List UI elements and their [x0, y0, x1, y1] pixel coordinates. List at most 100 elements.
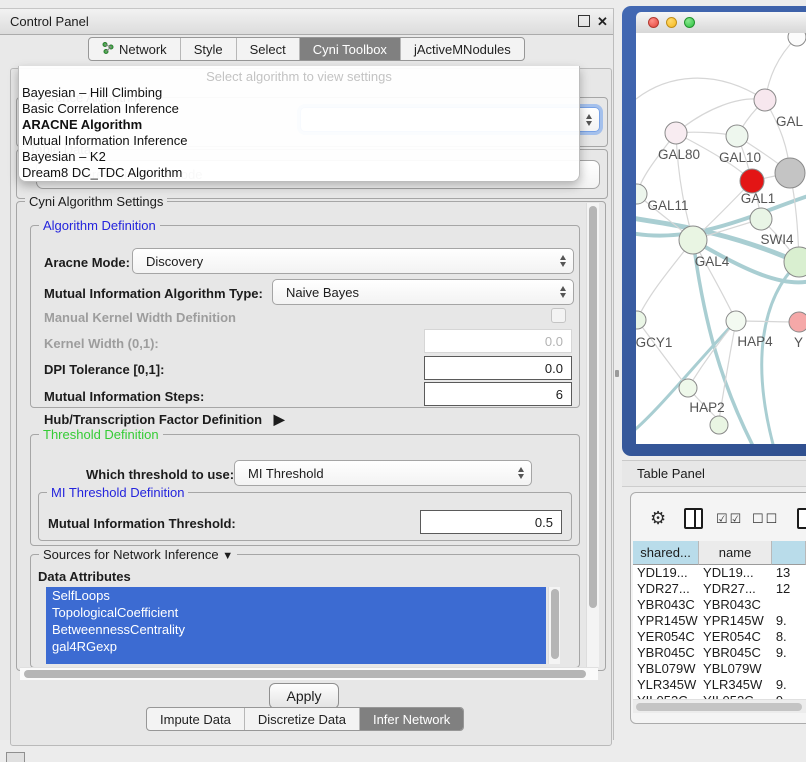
- column-header-name[interactable]: name: [699, 541, 772, 565]
- table-row[interactable]: YER054CYER054C8.: [633, 629, 806, 645]
- aracne-mode-combobox[interactable]: Discovery: [132, 248, 574, 274]
- mi-type-combobox[interactable]: Naive Bayes: [272, 279, 574, 305]
- mi-steps-field[interactable]: 6: [424, 382, 572, 406]
- kernel-width-field: 0.0: [424, 329, 572, 353]
- list-item-selected[interactable]: gal4RGexp: [46, 638, 546, 655]
- select-all-columns-icon[interactable]: ☑☑: [716, 511, 743, 527]
- cell: 9.: [772, 677, 806, 693]
- mi-threshold-label: Mutual Information Threshold:: [48, 516, 236, 531]
- network-canvas[interactable]: GAL GAL80 GAL10 GAL1 GAL11 SWI4 GAL4 HAP…: [636, 33, 806, 444]
- table-panel-title: Table Panel: [637, 466, 705, 481]
- table-row[interactable]: YBL079WYBL079W: [633, 661, 806, 677]
- settings-scrollbar: [586, 203, 599, 667]
- node-GAL80[interactable]: [665, 122, 687, 144]
- table-row[interactable]: YDR27...YDR27...12: [633, 581, 806, 597]
- cell: [772, 661, 806, 677]
- dropdown-item[interactable]: Bayesian – Hill Climbing: [19, 85, 579, 101]
- node-SWI4[interactable]: [750, 208, 772, 230]
- table-row[interactable]: YDL19...YDL19...13: [633, 565, 806, 581]
- node-HAP4[interactable]: [726, 311, 746, 331]
- aracne-mode-value: Discovery: [146, 254, 203, 269]
- node-label: GAL1: [741, 191, 776, 206]
- dropdown-item[interactable]: Dream8 DC_TDC Algorithm: [19, 165, 579, 181]
- node[interactable]: [788, 33, 806, 46]
- network-window-titlebar[interactable]: [636, 12, 806, 34]
- cell: YBL079W: [699, 661, 772, 677]
- zoom-window-icon[interactable]: [684, 17, 695, 28]
- cell: YDR27...: [633, 581, 699, 597]
- apply-button[interactable]: Apply: [269, 683, 339, 709]
- settings-hscrollbar-thumb[interactable]: [24, 670, 586, 678]
- node-GAL4[interactable]: [679, 226, 707, 254]
- tab-discretize-data[interactable]: Discretize Data: [244, 708, 359, 730]
- tab-jactivemnodules[interactable]: jActiveMNodules: [400, 38, 524, 60]
- minimize-window-icon[interactable]: [666, 17, 677, 28]
- sources-group-title[interactable]: Sources for Network Inference ▼: [39, 547, 237, 562]
- algorithm-dropdown-popup: Select algorithm to view settings Bayesi…: [18, 66, 580, 182]
- node-label: SWI4: [760, 232, 793, 247]
- column-header-clipped[interactable]: [772, 541, 806, 565]
- gear-icon[interactable]: ⚙: [650, 508, 666, 529]
- close-panel-icon[interactable]: ✕: [596, 15, 609, 28]
- node-label: HAP4: [737, 334, 773, 349]
- node-label: Y: [794, 335, 803, 350]
- node-gray[interactable]: [775, 158, 805, 188]
- cell: YBR043C: [699, 597, 772, 613]
- tab-infer-network[interactable]: Infer Network: [359, 708, 463, 730]
- data-attributes-label: Data Attributes: [38, 569, 131, 584]
- network-icon: [102, 42, 114, 57]
- hub-definition-toggle[interactable]: Hub/Transcription Factor Definition ▶: [44, 411, 285, 428]
- node-table: shared... name YDL19...YDL19...13 YDR27.…: [633, 541, 806, 703]
- split-columns-icon[interactable]: [684, 508, 703, 529]
- cell: YPR145W: [699, 613, 772, 629]
- node-HAP2[interactable]: [679, 379, 697, 397]
- list-scrollbar-thumb[interactable]: [551, 589, 559, 659]
- manual-kernel-label: Manual Kernel Width Definition: [44, 310, 236, 325]
- node-green-right[interactable]: [784, 247, 806, 277]
- table-row[interactable]: YLR345WYLR345W9.: [633, 677, 806, 693]
- network-graph: GAL GAL80 GAL10 GAL1 GAL11 SWI4 GAL4 HAP…: [636, 33, 806, 444]
- deselect-all-columns-icon[interactable]: ☐☐: [752, 511, 779, 527]
- tab-network[interactable]: Network: [89, 38, 180, 60]
- node-GAL1[interactable]: [740, 169, 764, 193]
- mi-type-value: Naive Bayes: [286, 285, 359, 300]
- dropdown-item-selected[interactable]: ARACNE Algorithm: [19, 117, 579, 133]
- settings-scrollbar-thumb[interactable]: [589, 206, 597, 608]
- cell: 9.: [772, 613, 806, 629]
- list-item-selected[interactable]: SelfLoops: [46, 587, 546, 604]
- node-GCY1[interactable]: [636, 311, 646, 329]
- minimized-panel-icon[interactable]: [6, 752, 25, 762]
- table-row[interactable]: YPR145WYPR145W9.: [633, 613, 806, 629]
- node-GAL10[interactable]: [726, 125, 748, 147]
- list-item-selected[interactable]: TopologicalCoefficient: [46, 604, 546, 621]
- splitter-handle[interactable]: [615, 370, 619, 377]
- tab-cyni-toolbox[interactable]: Cyni Toolbox: [299, 38, 400, 60]
- node-bottom[interactable]: [710, 416, 728, 434]
- combo-stepper-icon: [560, 286, 566, 298]
- tab-discretize-data-label: Discretize Data: [258, 712, 346, 727]
- dropdown-item[interactable]: Basic Correlation Inference: [19, 101, 579, 117]
- new-column-icon[interactable]: [797, 508, 806, 529]
- tab-select[interactable]: Select: [236, 38, 299, 60]
- node-GAL[interactable]: [754, 89, 776, 111]
- which-threshold-combobox[interactable]: MI Threshold: [234, 460, 532, 486]
- mi-threshold-field[interactable]: 0.5: [420, 510, 562, 534]
- dpi-tolerance-field[interactable]: 0.0: [424, 356, 572, 380]
- tab-impute-data[interactable]: Impute Data: [147, 708, 244, 730]
- table-row[interactable]: YBR043CYBR043C: [633, 597, 806, 613]
- settings-hscrollbar: [20, 667, 598, 680]
- column-header-shared-name[interactable]: shared...: [633, 541, 699, 565]
- float-panel-icon[interactable]: [578, 15, 590, 27]
- dropdown-item[interactable]: Mutual Information Inference: [19, 133, 579, 149]
- combo-stepper-icon: [518, 467, 524, 479]
- node-Y[interactable]: [789, 312, 806, 332]
- table-row[interactable]: YBR045CYBR045C9.: [633, 645, 806, 661]
- close-window-icon[interactable]: [648, 17, 659, 28]
- combo-stepper-icon: [560, 255, 566, 267]
- dropdown-item[interactable]: Bayesian – K2: [19, 149, 579, 165]
- tab-style[interactable]: Style: [180, 38, 236, 60]
- list-scrollbar: [548, 587, 560, 664]
- table-hscrollbar-thumb[interactable]: [636, 703, 802, 711]
- mi-steps-label: Mutual Information Steps:: [44, 389, 204, 404]
- list-item-selected[interactable]: BetweennessCentrality: [46, 621, 546, 638]
